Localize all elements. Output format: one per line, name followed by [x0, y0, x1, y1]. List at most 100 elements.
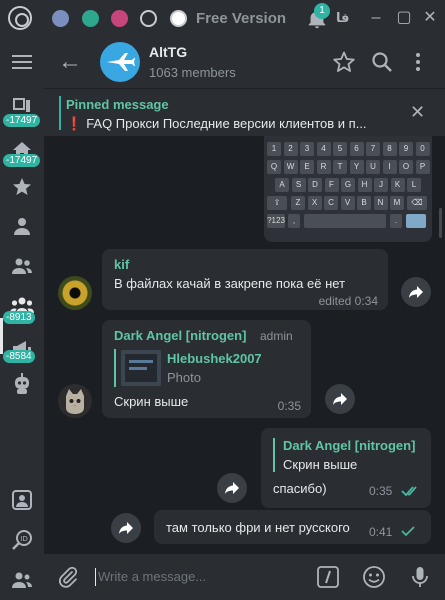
back-arrow-icon[interactable]: ←: [58, 50, 82, 74]
theme-swatch-light[interactable]: [170, 10, 187, 27]
people-icon: [12, 572, 32, 588]
keyboard-key: E: [300, 160, 314, 174]
keyboard-key: I: [382, 160, 397, 174]
keyboard-key: ?123: [267, 214, 285, 228]
pinned-accent-bar: [59, 96, 61, 130]
unread-badge: -8913: [3, 311, 35, 324]
message-list[interactable]: 1 2 3 4 5 6 7 8 9 0 Q W E R T Y U I O P A S D F G H J K L Z X C V B N M ⇧ ⌫ ?1…: [44, 136, 437, 554]
close-pinned-icon[interactable]: ✕: [410, 103, 425, 121]
message-time: 0:35: [277, 399, 301, 413]
person-icon: [14, 218, 30, 235]
theme-swatch-green[interactable]: [82, 10, 99, 27]
message-time: 0:35: [369, 484, 393, 498]
minimize-icon[interactable]: –: [366, 8, 386, 28]
forward-button[interactable]: [111, 513, 141, 543]
commands-icon[interactable]: [316, 565, 340, 589]
contacts-button[interactable]: [0, 562, 44, 598]
free-version-label[interactable]: Free Version: [196, 10, 286, 27]
paperclip-icon[interactable]: [56, 565, 80, 589]
title-bar: Free Version 1 فا – ▢ ✕: [0, 0, 445, 36]
reply-text: Скрин выше: [283, 457, 358, 472]
keyboard-key: U: [366, 160, 380, 174]
double-check-icon: [401, 486, 417, 497]
message-composer: Write a message...: [44, 554, 445, 600]
notification-badge: 1: [314, 3, 330, 19]
message-bubble[interactable]: Dark Angel [nitrogen] admin Hlebushek200…: [102, 320, 311, 418]
forward-button[interactable]: [401, 277, 431, 307]
menu-button[interactable]: [0, 44, 44, 80]
message-bubble[interactable]: kif В файлах качай в закрепе пока её нет…: [102, 249, 388, 310]
folder-favorites[interactable]: [0, 169, 44, 205]
folder-bots[interactable]: [0, 366, 44, 402]
keyboard-key: 1: [267, 142, 281, 156]
reply-thumbnail[interactable]: [121, 350, 161, 386]
keyboard-key: Q: [267, 160, 281, 174]
app-logo-icon[interactable]: [8, 6, 32, 30]
reply-accent-bar: [114, 349, 116, 387]
exclamation-icon: ❗: [66, 116, 83, 131]
keyboard-key: G: [341, 178, 355, 192]
close-window-icon[interactable]: ✕: [420, 8, 440, 28]
search-icon[interactable]: [370, 50, 394, 74]
folder-contacts[interactable]: [0, 208, 44, 244]
pinned-title: Pinned message: [66, 97, 169, 112]
keyboard-key: B: [357, 196, 371, 210]
profile-button[interactable]: [0, 482, 44, 518]
keyboard-screenshot-image[interactable]: 1 2 3 4 5 6 7 8 9 0 Q W E R T Y U I O P A S D F G H J K L Z X C V B N M ⇧ ⌫ ?1…: [264, 136, 432, 242]
reply-author[interactable]: Dark Angel [nitrogen]: [283, 438, 415, 453]
keyboard-key: K: [390, 178, 405, 192]
keyboard-key: X: [307, 196, 322, 210]
message-text: спасибо): [273, 481, 327, 496]
keyboard-key: P: [415, 160, 430, 174]
chat-title[interactable]: AltTG: [149, 44, 187, 60]
jet-logo-icon: [107, 53, 135, 71]
share-arrow-icon: [333, 393, 347, 405]
language-label[interactable]: فا: [336, 10, 349, 26]
keyboard-key: 7: [366, 142, 380, 156]
folder-groups-inactive[interactable]: [0, 248, 44, 284]
message-input[interactable]: Write a message...: [95, 568, 206, 586]
star-outline-icon[interactable]: [332, 50, 356, 74]
message-bubble[interactable]: Dark Angel [nitrogen] Скрин выше спасибо…: [261, 428, 431, 508]
pinned-text: ❗ FAQ Прокси Последние версии клиентов и …: [66, 116, 396, 132]
message-bubble[interactable]: там только фри и нет русского 0:41: [154, 510, 431, 544]
maximize-icon[interactable]: ▢: [394, 8, 414, 28]
keyboard-key: H: [357, 178, 372, 192]
avatar[interactable]: [58, 384, 92, 418]
inbox-icon: [13, 98, 30, 112]
keyboard-key: Z: [291, 196, 305, 210]
message-author[interactable]: kif: [114, 257, 129, 272]
keyboard-key: W: [283, 160, 298, 174]
scrollbar-track[interactable]: [437, 136, 445, 554]
keyboard-key: T: [333, 160, 347, 174]
keyboard-key: J: [374, 178, 388, 192]
avatar[interactable]: [58, 276, 92, 310]
keyboard-key: Y: [349, 160, 364, 174]
more-vertical-icon[interactable]: [406, 50, 430, 74]
theme-swatch-pink[interactable]: [111, 10, 128, 27]
keyboard-key: C: [324, 196, 338, 210]
keyboard-key: O: [399, 160, 413, 174]
keyboard-key: 3: [300, 142, 314, 156]
unread-badge: -17497: [3, 114, 41, 127]
message-author[interactable]: Dark Angel [nitrogen]: [114, 328, 246, 343]
search-id-button[interactable]: ID: [0, 522, 44, 558]
forward-button[interactable]: [325, 384, 355, 414]
pinned-message-bar[interactable]: Pinned message ❗ FAQ Прокси Последние вер…: [44, 88, 445, 136]
forward-button[interactable]: [217, 473, 247, 503]
keyboard-key: F: [324, 178, 339, 192]
keyboard-key: L: [407, 178, 421, 192]
chat-avatar[interactable]: [100, 42, 140, 82]
scrollbar-thumb[interactable]: [439, 208, 442, 238]
theme-swatch-dark[interactable]: [140, 10, 157, 27]
hamburger-icon: [12, 55, 32, 69]
contact-card-icon: [12, 490, 32, 510]
folder-sidebar: -17497 -17497 -8913 -8584 ID: [0, 36, 44, 600]
message-time: edited 0:34: [318, 294, 378, 308]
keyboard-key: 2: [283, 142, 298, 156]
emoji-icon[interactable]: [362, 565, 386, 589]
share-arrow-icon: [119, 522, 133, 534]
theme-swatch-blue[interactable]: [52, 10, 69, 27]
reply-author[interactable]: Hlebushek2007: [167, 351, 262, 366]
microphone-icon[interactable]: [408, 565, 432, 589]
